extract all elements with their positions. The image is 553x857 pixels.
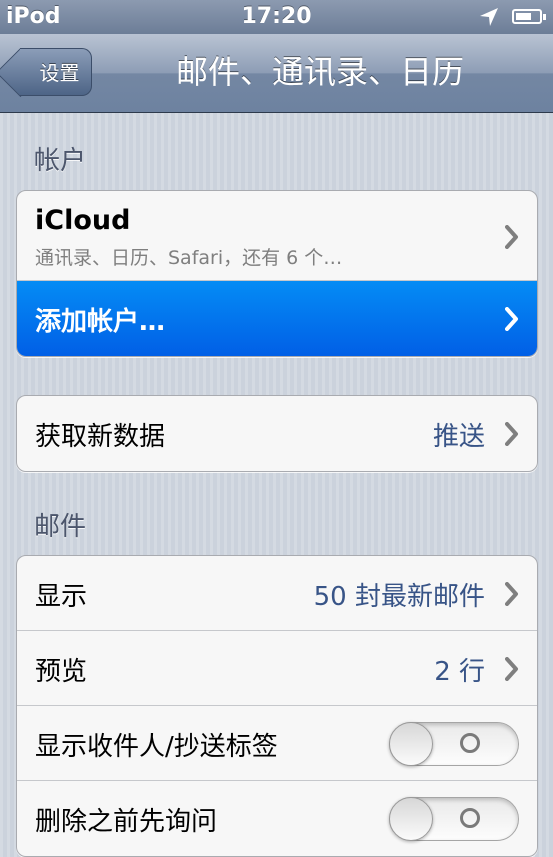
fetch-new-data-label: 获取新数据 [35,422,166,452]
fetch-new-data-row[interactable]: 获取新数据 推送 [17,396,537,471]
back-button-settings[interactable]: 设置 [20,48,92,96]
battery-icon [512,9,546,24]
section-header-accounts: 帐户 [34,146,87,176]
mail-show-row[interactable]: 显示 50 封最新邮件 [17,556,537,631]
chevron-right-icon [505,582,518,606]
chevron-right-icon [505,307,518,331]
mail-preview-row[interactable]: 预览 2 行 [17,631,537,706]
toggle-off-icon [460,808,480,828]
add-account-label: 添加帐户… [35,307,166,337]
status-time: 17:20 [241,4,312,29]
show-to-cc-label: 显示收件人/抄送标签 [35,732,278,762]
mail-preview-value: 2 行 [434,657,485,687]
account-name: iCloud [35,205,131,236]
mail-group: 显示 50 封最新邮件 预览 2 行 显示收件人/抄送标签 删除之前先询问 [16,555,538,857]
mail-preview-label: 预览 [35,657,88,687]
section-header-mail: 邮件 [34,512,87,542]
chevron-right-icon [505,422,518,446]
add-account-row[interactable]: 添加帐户… [17,281,537,356]
chevron-right-icon [505,225,518,249]
account-row-icloud[interactable]: iCloud 通讯录、日历、Safari，还有 6 个… [17,191,537,281]
navigation-bar: 设置 邮件、通讯录、日历 [0,34,553,113]
toggle-knob[interactable] [389,722,433,766]
toggle-knob[interactable] [389,797,433,841]
status-bar: iPod 17:20 [0,0,553,34]
show-to-cc-label-row: 显示收件人/抄送标签 [17,706,537,781]
ask-before-deleting-row: 删除之前先询问 [17,781,537,856]
accounts-group: iCloud 通讯录、日历、Safari，还有 6 个… 添加帐户… [16,190,538,357]
mail-show-label: 显示 [35,582,88,612]
account-services: 通讯录、日历、Safari，还有 6 个… [35,247,343,269]
fetch-group: 获取新数据 推送 [16,395,538,472]
ask-before-deleting-label: 删除之前先询问 [35,807,218,837]
ask-before-deleting-toggle[interactable] [389,797,519,841]
toggle-off-icon [460,733,480,753]
chevron-right-icon [505,657,518,681]
fetch-new-data-value: 推送 [432,422,485,452]
location-arrow-icon [480,8,498,26]
page-title: 邮件、通讯录、日历 [175,53,464,91]
show-to-cc-toggle[interactable] [389,722,519,766]
mail-show-value: 50 封最新邮件 [313,582,485,612]
